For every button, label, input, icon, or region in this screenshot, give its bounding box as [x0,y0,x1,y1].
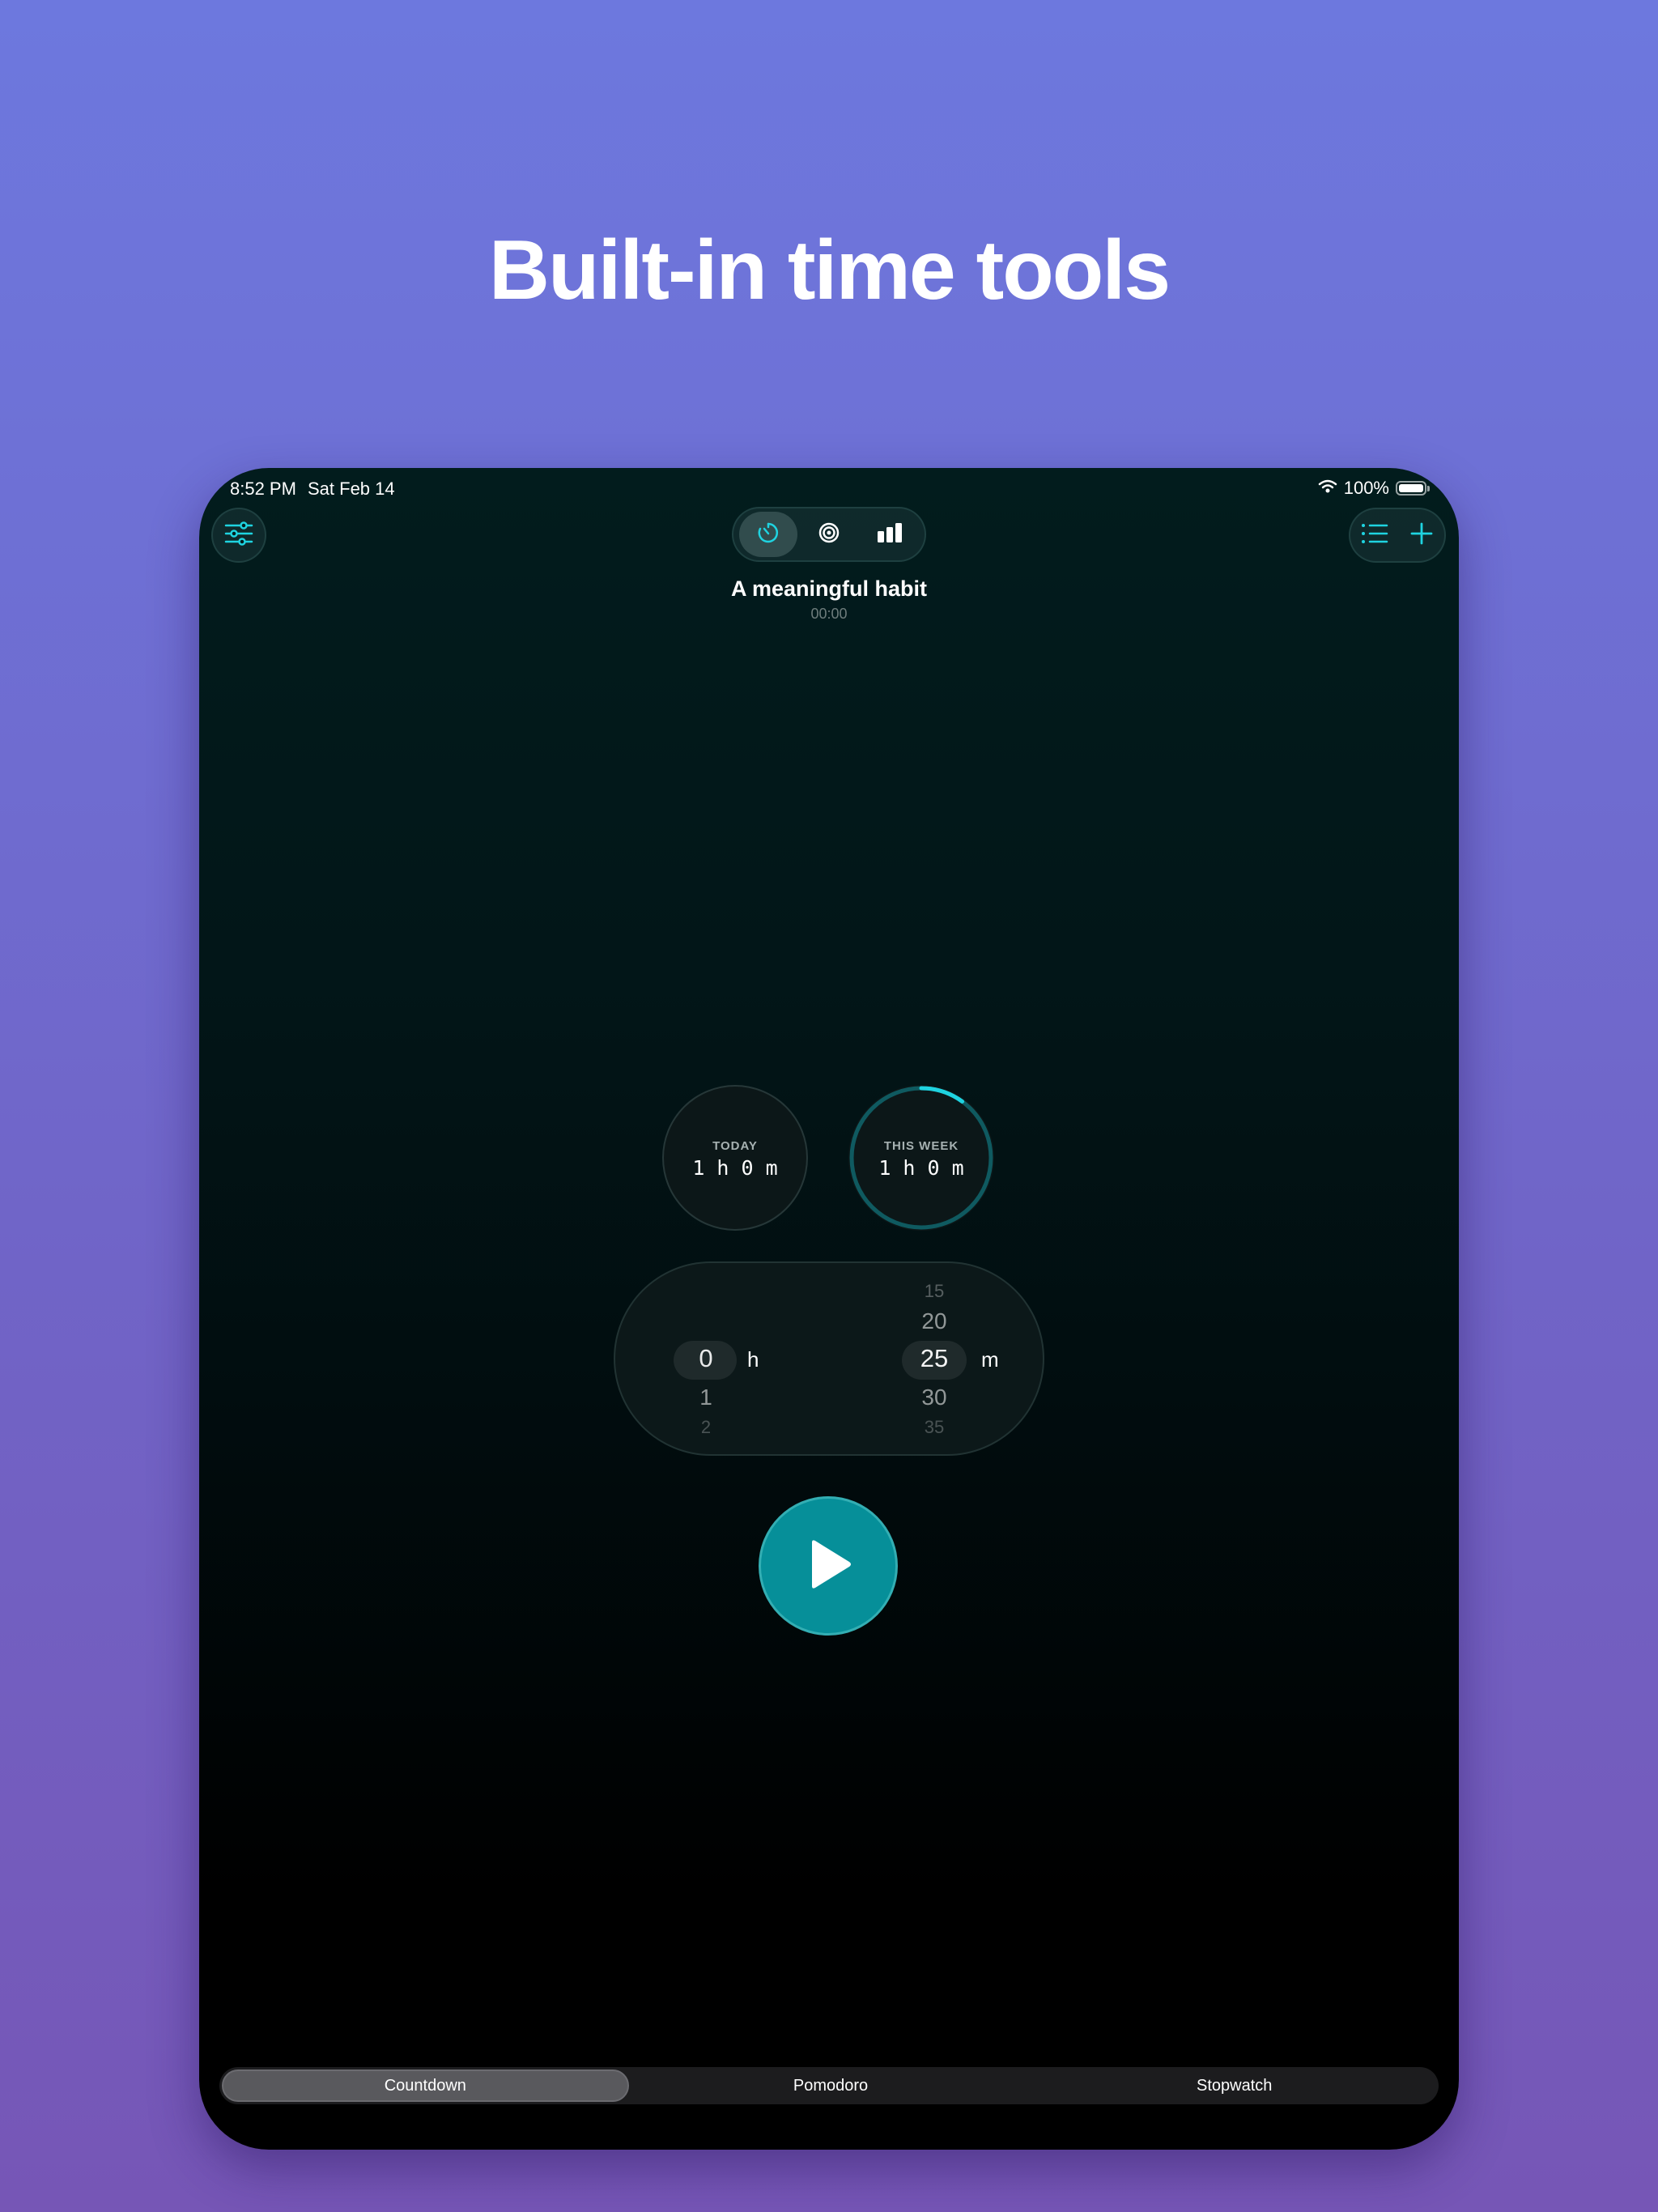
list-add-group [1349,508,1446,563]
status-date: Sat Feb 14 [308,479,395,499]
status-time: 8:52 PM [230,479,296,499]
week-progress-ring [849,1086,993,1230]
start-button[interactable] [759,1496,898,1636]
week-stat: THIS WEEK 1 h 0 m [848,1085,994,1231]
plus-icon[interactable] [1409,521,1434,550]
bar-chart-icon [876,521,903,548]
goals-tab[interactable] [800,512,858,557]
hours-unit: h [747,1347,759,1372]
stats-tab[interactable] [861,512,919,557]
battery-percent: 100% [1343,478,1389,498]
timer-mode-tabs: Countdown Pomodoro Stopwatch [219,2067,1439,2104]
minute-option[interactable]: 35 [908,1417,960,1438]
settings-button[interactable] [211,508,266,563]
headline: Built-in time tools [488,223,1171,317]
tab-countdown[interactable]: Countdown [222,2069,629,2102]
habit-title[interactable]: A meaningful habit [199,576,1459,602]
minutes-unit: m [981,1347,999,1372]
duration-picker: 0 1 2 h 15 20 25 30 35 m [614,1261,1044,1456]
hour-option[interactable]: 0 [682,1344,730,1373]
status-indicators: 100% [1318,478,1430,499]
sliders-icon [224,521,253,550]
play-icon [802,1538,854,1595]
battery-icon [1396,481,1430,496]
minute-option[interactable]: 20 [908,1308,960,1334]
view-switcher [732,507,926,562]
habit-elapsed: 00:00 [810,606,848,622]
list-icon[interactable] [1361,522,1388,549]
tab-pomodoro[interactable]: Pomodoro [629,2069,1033,2102]
status-bar: 8:52 PM Sat Feb 14 100% [199,468,1459,508]
today-value: 1 h 0 m [692,1156,778,1180]
wifi-icon [1318,478,1337,499]
target-icon [817,521,841,549]
minute-option[interactable]: 25 [908,1344,960,1373]
minute-option[interactable]: 15 [908,1281,960,1302]
tab-stopwatch[interactable]: Stopwatch [1032,2069,1436,2102]
timer-icon [756,521,780,549]
today-label: TODAY [712,1139,758,1153]
hour-option[interactable]: 2 [682,1417,730,1438]
today-stat: TODAY 1 h 0 m [662,1085,808,1231]
ipad-screen: 8:52 PM Sat Feb 14 100% A meaningful hab… [199,468,1459,2150]
timer-tab[interactable] [739,512,798,557]
minute-option[interactable]: 30 [908,1385,960,1410]
hour-option[interactable]: 1 [682,1385,730,1410]
